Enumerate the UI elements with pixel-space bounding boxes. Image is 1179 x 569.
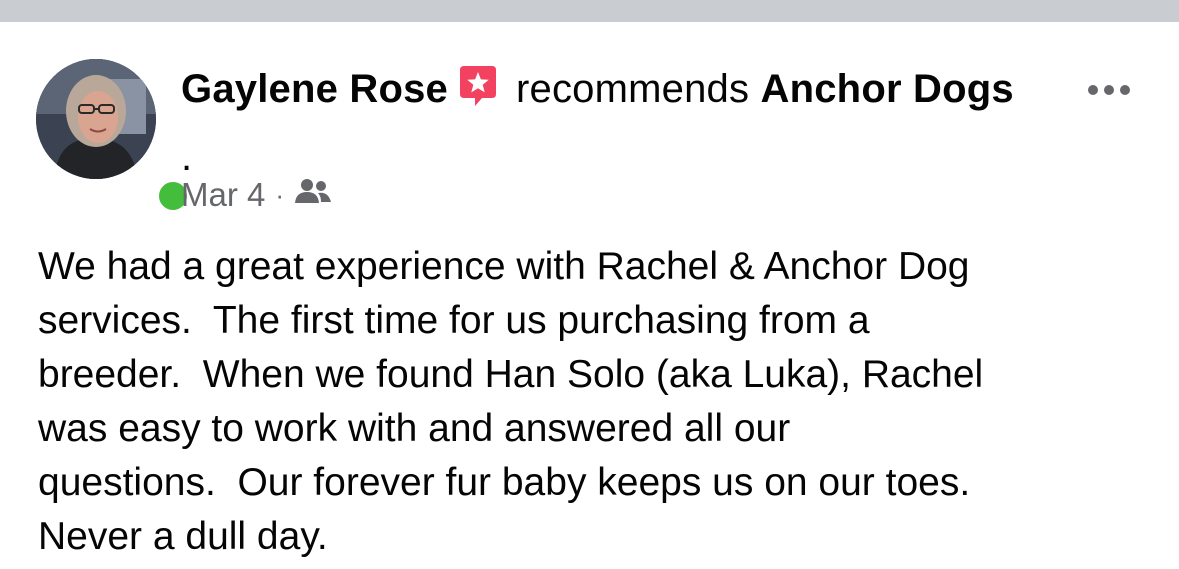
page-name-link[interactable]: Anchor Dogs bbox=[761, 67, 1014, 111]
recommends-label: recommends bbox=[515, 67, 750, 111]
friends-icon[interactable] bbox=[294, 176, 332, 214]
more-options-button[interactable] bbox=[1088, 82, 1140, 98]
recommendation-post: Gaylene Rose recommends Anchor Dogs . Ma… bbox=[0, 22, 1179, 569]
more-dot-icon bbox=[1088, 85, 1098, 95]
meta-separator: · bbox=[275, 179, 285, 210]
author-name[interactable]: Gaylene Rose bbox=[181, 67, 448, 111]
feed-divider bbox=[0, 0, 1179, 22]
post-date[interactable]: Mar 4 bbox=[181, 176, 265, 214]
more-dot-icon bbox=[1120, 85, 1130, 95]
avatar-photo bbox=[36, 59, 156, 179]
page-name-suffix: . bbox=[181, 135, 193, 179]
post-meta: Mar 4 · bbox=[181, 176, 332, 214]
post-headline: Gaylene Rose recommends Anchor Dogs . bbox=[181, 58, 1021, 188]
post-body: We had a great experience with Rachel & … bbox=[38, 245, 984, 558]
more-dot-icon bbox=[1104, 85, 1114, 95]
author-avatar[interactable] bbox=[36, 59, 192, 215]
recommendation-star-icon bbox=[458, 64, 498, 126]
